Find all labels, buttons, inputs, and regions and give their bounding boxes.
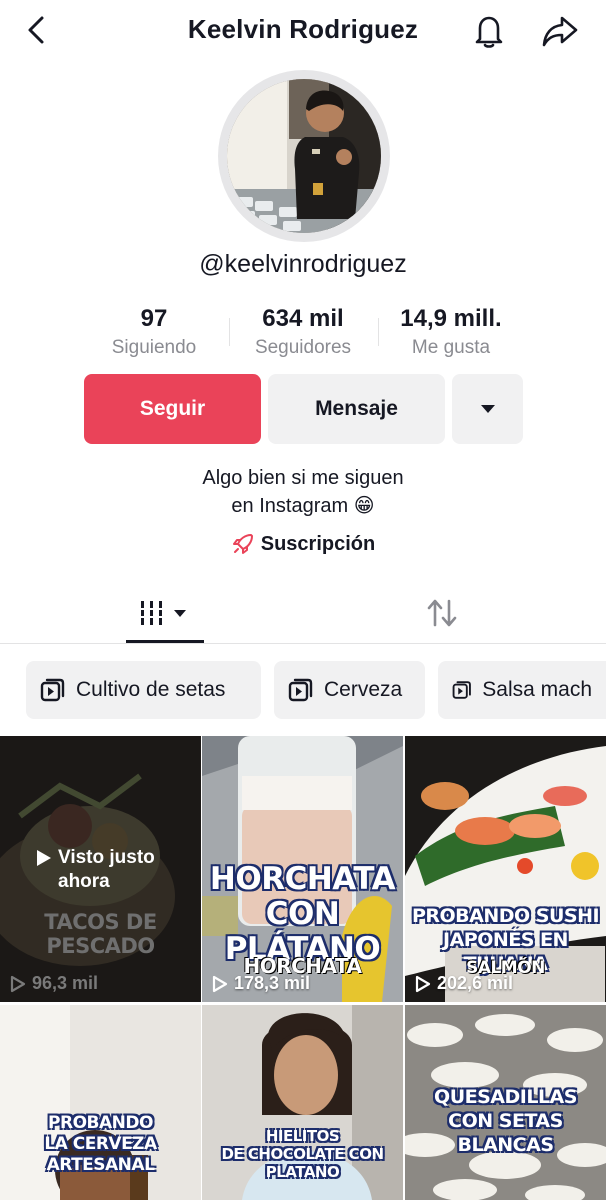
content-tabs — [0, 582, 606, 644]
stat-likes[interactable]: 14,9 mill. Me gusta — [385, 304, 517, 362]
active-tab-indicator — [126, 640, 204, 643]
playlist-chip[interactable]: Cultivo de setas — [26, 661, 261, 719]
play-outline-icon — [415, 975, 431, 992]
page-title: Keelvin Rodriguez — [187, 14, 419, 44]
top-bar: Keelvin Rodriguez — [0, 0, 606, 60]
video-thumbnail[interactable]: HORCHATA CON PLÁTANO HORCHATA 178,3 mil — [202, 736, 403, 1002]
share-button[interactable] — [540, 12, 580, 50]
playlist-label: Salsa mach — [482, 678, 592, 701]
video-title: HORCHATA CON PLÁTANO — [209, 861, 396, 967]
stat-followers[interactable]: 634 mil Seguidores — [238, 304, 368, 362]
playlist-icon — [40, 678, 65, 702]
stat-value: 14,9 mill. — [400, 305, 502, 332]
seen-label: Visto justo ahora — [58, 847, 155, 892]
message-button[interactable]: Mensaje — [268, 374, 445, 444]
tab-videos[interactable] — [126, 582, 204, 644]
share-arrow-icon — [542, 16, 578, 47]
seen-overlay: Visto justo ahora — [36, 846, 186, 894]
video-title: HIELITOS DE CHOCOLATE CON PLATANO — [221, 1127, 384, 1181]
video-title: TACOS DE PESCADO — [44, 910, 157, 958]
grid-columns-icon — [139, 601, 186, 625]
view-count-label: 178,3 mil — [234, 973, 311, 993]
playlist-chip[interactable]: Cerveza — [274, 661, 425, 719]
subscription-label: Suscripción — [260, 532, 376, 555]
rocket-icon — [232, 534, 253, 554]
playlist-label: Cultivo de setas — [76, 678, 226, 701]
video-thumbnail[interactable]: PROBANDO SUSHI JAPONÉS EN TIJUANA SALMÓN… — [405, 736, 606, 1002]
bio: Algo bien si me siguen en Instagram 😁 — [0, 464, 606, 520]
video-thumbnail[interactable]: QUESADILLAS CON SETAS BLANCAS — [405, 1005, 606, 1200]
bio-line: Algo bien si me siguen — [202, 467, 404, 489]
stat-divider — [378, 318, 379, 346]
stat-following[interactable]: 97 Siguiendo — [94, 304, 214, 362]
profile-stats: 97 Siguiendo 634 mil Seguidores 14,9 mil… — [0, 304, 606, 368]
view-count: 96,3 mil — [10, 973, 98, 994]
play-outline-icon — [10, 975, 26, 992]
playlist-chip[interactable]: Salsa mach — [438, 661, 606, 719]
stat-label: Me gusta — [411, 337, 491, 358]
bell-icon — [475, 16, 503, 48]
bio-line: en Instagram 😁 — [231, 495, 375, 517]
playlist-icon — [452, 681, 471, 699]
stat-value: 634 mil — [262, 305, 344, 332]
view-count-label: 96,3 mil — [32, 973, 99, 993]
video-thumbnail[interactable]: Visto justo ahora TACOS DE PESCADO 96,3 … — [0, 736, 201, 1002]
play-icon — [37, 850, 51, 866]
playlist-label: Cerveza — [324, 678, 403, 701]
video-thumbnail[interactable]: PROBANDO LA CERVEZA ARTESANAL — [0, 1005, 201, 1200]
view-count: 202,6 mil — [415, 973, 513, 994]
caret-down-icon — [480, 405, 495, 413]
video-title: QUESADILLAS CON SETAS BLANCAS — [434, 1086, 577, 1156]
stat-value: 97 — [140, 305, 168, 332]
tab-reposts[interactable] — [412, 582, 472, 644]
username: @keelvinrodriguez — [199, 250, 407, 278]
view-count: 178,3 mil — [212, 973, 310, 994]
profile-photo — [227, 79, 381, 233]
video-title: PROBANDO LA CERVEZA ARTESANAL — [44, 1113, 157, 1175]
video-thumbnail[interactable]: HIELITOS DE CHOCOLATE CON PLATANO — [202, 1005, 403, 1200]
stat-label: Siguiendo — [111, 337, 197, 358]
notifications-button[interactable] — [470, 12, 508, 50]
playlist-icon — [288, 678, 313, 702]
follow-button[interactable]: Seguir — [84, 374, 261, 444]
play-outline-icon — [212, 975, 228, 992]
view-count-label: 202,6 mil — [437, 973, 514, 993]
suggested-accounts-button[interactable] — [452, 374, 523, 444]
subscription-link[interactable]: Suscripción — [0, 532, 606, 556]
stat-divider — [229, 318, 230, 346]
avatar[interactable] — [218, 70, 390, 242]
repost-icon — [427, 599, 457, 627]
stat-label: Seguidores — [254, 337, 352, 358]
